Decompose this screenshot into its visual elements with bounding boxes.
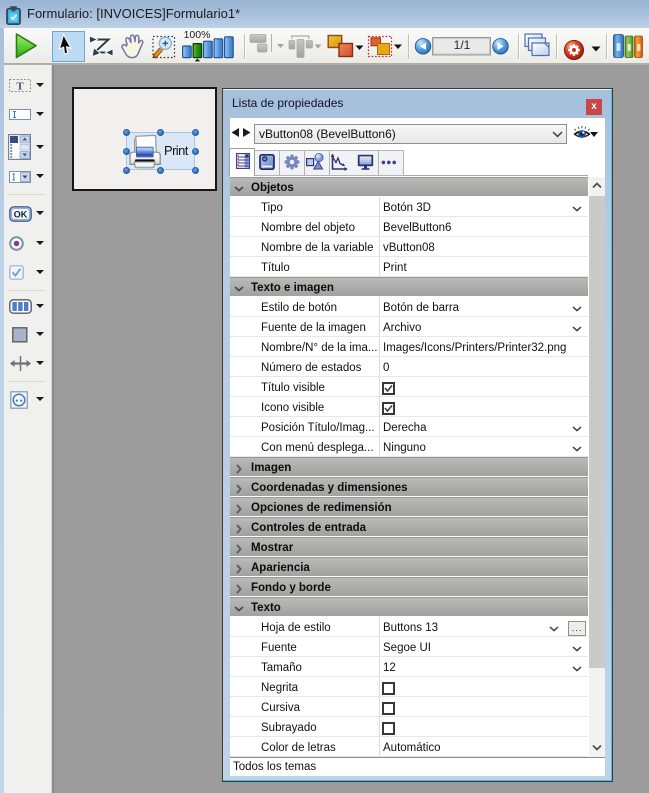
svg-text:T: T — [16, 81, 24, 93]
svg-text:OK: OK — [14, 210, 28, 220]
